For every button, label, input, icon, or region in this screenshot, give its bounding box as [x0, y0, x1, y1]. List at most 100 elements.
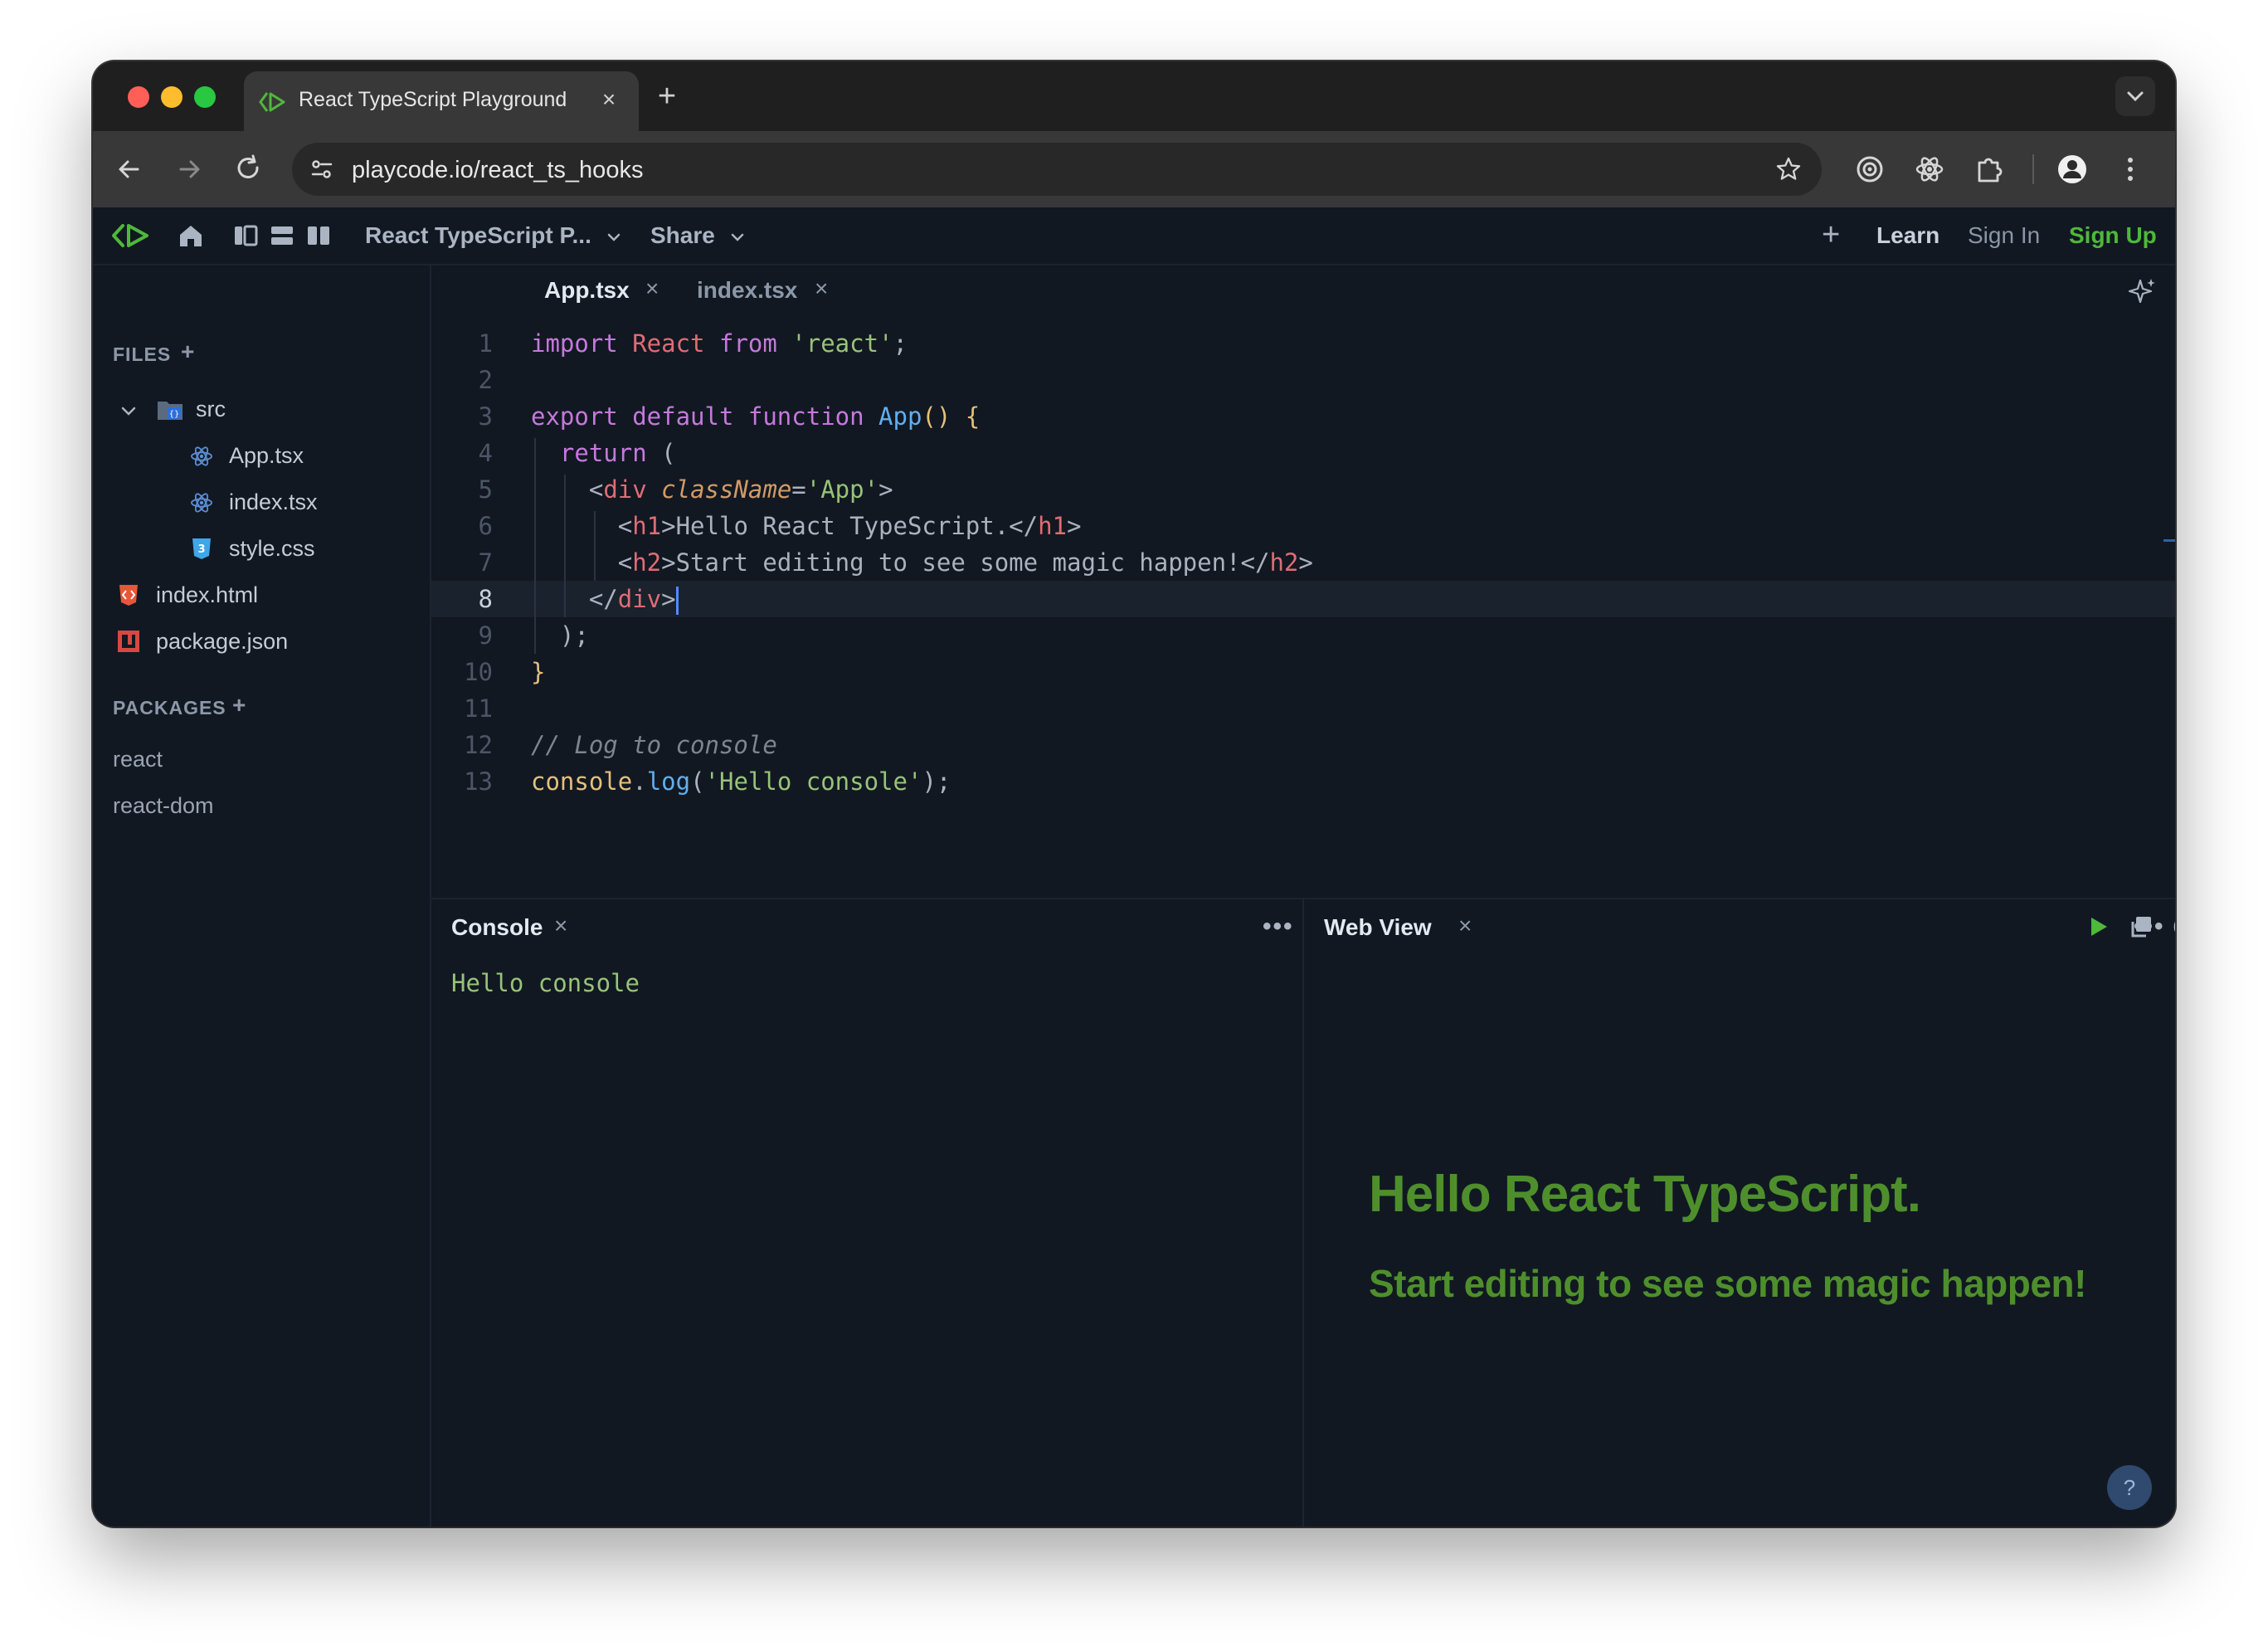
home-icon[interactable]	[176, 221, 206, 251]
file-sidebar: FILES + {} src App.tsx index.tsx 3 style…	[93, 265, 431, 1527]
browser-menu-icon[interactable]	[2114, 153, 2147, 186]
layout-rows-icon[interactable]	[267, 221, 297, 251]
tab-index-tsx-close-button[interactable]: ×	[815, 275, 828, 302]
line-number: 2	[478, 366, 493, 394]
code-editor[interactable]: App.tsx × index.tsx × 1 import React from…	[431, 265, 2175, 896]
sign-in-link[interactable]: Sign In	[1968, 222, 2040, 249]
minimize-window-button[interactable]	[161, 86, 183, 108]
share-label: Share	[650, 222, 715, 248]
code-line[interactable]: 12 // Log to console	[431, 727, 2175, 763]
console-close-button[interactable]: ×	[554, 913, 567, 939]
code-line[interactable]: 5 <div className='App'>	[431, 471, 2175, 508]
npm-package-icon	[118, 631, 139, 652]
line-text: </div>	[531, 581, 679, 617]
line-number: 13	[464, 767, 493, 796]
console-title[interactable]: Console	[451, 914, 543, 941]
ai-sparkle-icon[interactable]	[2125, 275, 2158, 309]
browser-tab-close-button[interactable]: ×	[594, 85, 624, 114]
extension-target-icon[interactable]	[1853, 153, 1886, 186]
site-settings-icon[interactable]	[309, 156, 335, 183]
webview-title[interactable]: Web View	[1324, 914, 1432, 941]
preview-heading-1: Hello React TypeScript.	[1369, 1166, 1921, 1223]
line-text: <div className='App'>	[531, 475, 893, 504]
sign-up-link[interactable]: Sign Up	[2069, 222, 2157, 249]
back-arrow-icon[interactable]	[110, 149, 149, 189]
console-panel: Console × ••• Hello console	[431, 898, 1304, 1527]
play-icon[interactable]	[2084, 913, 2112, 941]
line-number: 5	[478, 475, 493, 504]
code-line[interactable]: 9 );	[431, 617, 2175, 654]
learn-link[interactable]: Learn	[1876, 222, 1939, 249]
reload-icon[interactable]	[229, 149, 269, 189]
scrollbar-marker	[2163, 539, 2175, 542]
url-text[interactable]: playcode.io/react_ts_hooks	[352, 157, 643, 184]
add-file-button[interactable]: +	[181, 338, 194, 365]
line-text: <h1>Hello React TypeScript.</h1>	[531, 512, 1082, 540]
file-label: style.css	[229, 536, 315, 561]
share-dropdown[interactable]: Share	[650, 222, 745, 249]
profile-avatar-icon[interactable]	[2056, 153, 2089, 186]
console-menu-button[interactable]: •••	[1263, 913, 1294, 941]
webview-close-button[interactable]: ×	[1458, 913, 1472, 939]
maximize-window-button[interactable]	[194, 86, 216, 108]
html-file-icon	[119, 585, 138, 606]
code-line[interactable]: 3 export default function App() {	[431, 398, 2175, 435]
code-line[interactable]: 1 import React from 'react';	[431, 325, 2175, 362]
webview-panel: Web View × ••• Hello React TypeScript. S…	[1304, 898, 2175, 1527]
add-package-button[interactable]: +	[232, 692, 246, 718]
browser-tab-active[interactable]: React TypeScript Playground ×	[244, 71, 639, 131]
address-bar[interactable]: playcode.io/react_ts_hooks	[292, 143, 1822, 196]
toolbar-divider	[2032, 154, 2034, 184]
line-number: 11	[464, 694, 493, 723]
layout-columns-icon[interactable]	[304, 221, 333, 251]
line-number: 3	[478, 402, 493, 431]
code-line[interactable]: 11	[431, 690, 2175, 727]
webview-menu-button[interactable]: •••	[2134, 913, 2165, 941]
browser-window: React TypeScript Playground × + playcode…	[93, 61, 2175, 1527]
react-file-icon	[191, 446, 212, 466]
file-label: package.json	[156, 629, 289, 654]
line-text: <h2>Start editing to see some magic happ…	[531, 548, 1313, 577]
help-button[interactable]: ?	[2107, 1465, 2152, 1510]
code-line[interactable]: 4 return (	[431, 435, 2175, 471]
line-text: }	[531, 658, 546, 686]
project-name-dropdown[interactable]: React TypeScript P...	[365, 222, 621, 249]
playcode-logo-icon[interactable]	[111, 221, 151, 251]
line-number: 9	[478, 621, 493, 650]
file-label: App.tsx	[229, 443, 304, 468]
tab-app-tsx-close-button[interactable]: ×	[645, 275, 659, 302]
package-item-react-dom[interactable]: react-dom	[113, 793, 214, 819]
line-number: 12	[464, 731, 493, 759]
code-line[interactable]: 2	[431, 362, 2175, 398]
code-line[interactable]: 8 </div>	[431, 581, 2175, 617]
line-number: 4	[478, 439, 493, 467]
layout-sidebar-icon[interactable]	[231, 221, 260, 251]
tab-index-tsx[interactable]: index.tsx	[697, 277, 797, 304]
react-file-icon	[191, 493, 212, 513]
code-line[interactable]: 13 console.log('Hello console');	[431, 763, 2175, 800]
line-text: );	[531, 621, 589, 650]
react-devtools-icon[interactable]	[1913, 153, 1946, 186]
chevron-down-icon	[121, 407, 136, 416]
line-number: 6	[478, 512, 493, 540]
new-tab-button[interactable]: +	[650, 80, 684, 113]
extensions-puzzle-icon[interactable]	[1973, 153, 2006, 186]
indent-guide	[534, 438, 536, 654]
add-button[interactable]: +	[1822, 217, 1840, 253]
tab-app-tsx[interactable]: App.tsx	[544, 277, 630, 304]
file-label: index.tsx	[229, 489, 318, 514]
globe-icon[interactable]	[2172, 913, 2175, 941]
code-line[interactable]: 7 <h2>Start editing to see some magic ha…	[431, 544, 2175, 581]
code-line[interactable]: 10}	[431, 654, 2175, 690]
chevron-down-icon	[731, 233, 743, 241]
tab-search-button[interactable]	[2115, 76, 2155, 116]
file-label: index.html	[156, 582, 259, 607]
code-line[interactable]: 6 <h1>Hello React TypeScript.</h1>	[431, 508, 2175, 544]
chevron-down-icon	[607, 233, 620, 241]
forward-arrow-icon[interactable]	[169, 149, 209, 189]
bookmark-star-icon[interactable]	[1775, 156, 1802, 183]
close-window-button[interactable]	[128, 86, 149, 108]
line-text: export default function App() {	[531, 402, 981, 431]
package-item-react[interactable]: react	[113, 747, 163, 772]
line-text: import React from 'react';	[531, 329, 908, 358]
